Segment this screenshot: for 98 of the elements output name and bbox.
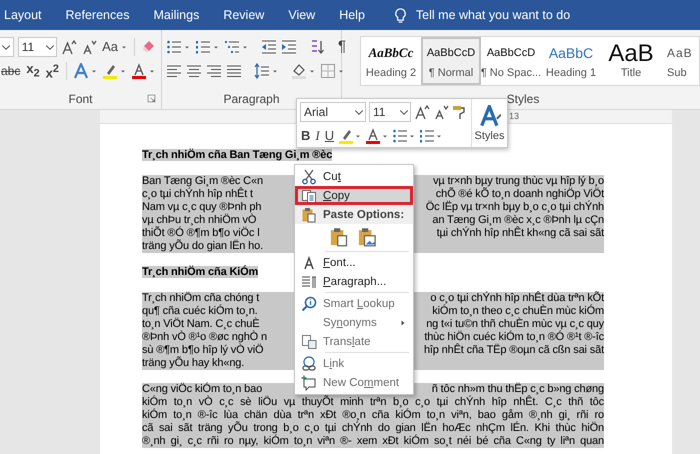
text-effects-icon[interactable] [72,63,89,79]
copy-icon [301,188,317,204]
align-left-icon[interactable] [166,63,182,79]
text-fragment: qu¶ cña cuéc kiÓm to¸n. [142,305,258,318]
strikethrough-button[interactable]: abc [0,62,22,80]
text-fragment: kiÓm to¸n theo c¸c chuÈn mùc kiÓm [432,305,604,318]
text-fragment: Tr¸ch nhiÖm cña chóng t [142,292,260,304]
ribbon-tab[interactable]: Help [337,8,375,22]
style-option[interactable]: AaB Title [601,37,661,85]
style-option[interactable]: AaBbCcD ¶ Normal [421,37,481,85]
menu-item[interactable]: Copy [295,186,413,205]
section-heading: Tr¸ch nhiÖm cña KiÓm [142,266,258,278]
text-fragment: vµ tr×nh bµy trung thùc vµ hîp lý b¸o [433,175,604,188]
text-fragment: ñ tôc nh»m thu thËp c¸c b»ng chøng [432,383,604,395]
submenu-arrow-icon [399,318,407,326]
font-size-field[interactable]: 11 [369,102,411,122]
text-fragment: Nam vµ c¸c quy ®Þnh ph [142,201,262,214]
bullet-list-icon[interactable] [392,128,408,144]
group-label: Font [68,92,92,106]
grow-font-icon[interactable] [414,104,430,120]
italic-button[interactable]: I [314,127,321,145]
sort-icon[interactable] [309,39,325,55]
multilevel-list-icon[interactable] [224,39,240,55]
bullet-list-icon[interactable] [166,39,182,55]
grow-font-icon[interactable] [61,39,78,55]
section-heading: Tr¸ch nhiÖm cña Ban Tæng Gi¸m ®èc [142,149,332,161]
ribbon-tab[interactable]: Mailings [151,8,210,22]
font-size-field[interactable]: 11 [18,37,58,57]
numbered-list-icon[interactable] [195,39,211,55]
menu-section-header: Paste Options: [323,208,404,220]
show-marks-button[interactable]: ¶ [337,38,348,56]
text-fragment: hîp nhÊt cña TËp ®oµn cã cßn sai sãt [424,344,604,357]
scissors-icon [301,168,317,184]
text-fragment: an Tæng Gi¸m ®èc x¸c ®Þnh lµ cÇn [432,214,604,226]
group-label: Paragraph [223,92,280,106]
text-fragment: träng yÕu do gian lËn ho. [142,240,263,253]
text-fragment: ®Þnh vÒ ®¹o ®øc nghÒ n [142,331,267,344]
text-fragment: chÕ ®é kÕ to¸n doanh nghiÖp ViÖt [436,188,604,200]
font-name-field[interactable]: Arial [300,102,366,122]
styles-icon[interactable] [478,104,500,126]
justify-icon[interactable] [226,63,242,79]
text-fragment: tµi chÝnh hîp nhÊt kh«ng cã sai sãt [436,227,604,240]
clipboard-icon[interactable] [329,226,349,248]
underline-button[interactable]: U [324,127,336,145]
tell-me-search[interactable]: Tell me what you want to do [416,8,570,22]
style-option[interactable]: AaBbC Heading 1 [541,37,601,85]
ribbon-tab[interactable]: References [64,8,140,22]
decrease-indent-icon[interactable] [261,39,277,55]
text-fragment: vµ chÞu tr¸ch nhiÖm vÒ [142,214,256,226]
line-spacing-icon[interactable] [254,63,270,79]
link-icon [301,356,317,372]
highlighter-icon[interactable] [338,128,354,144]
text-fragment: sù ®¶m b¶o hîp lý vÒ viÖ [142,344,264,356]
text-fragment: to¸n ViÖt Nam. C¸c chuÈ [142,318,260,330]
shrink-font-icon[interactable] [81,39,98,55]
change-case-button[interactable]: Aa [101,38,120,56]
group-label: Styles [506,92,540,106]
style-option[interactable]: AaBbCc Heading 2 [361,37,421,85]
clipboard-picture-icon[interactable] [357,226,377,248]
shrink-font-icon[interactable] [433,104,449,120]
numbered-list-icon[interactable] [419,128,436,144]
style-option[interactable]: AaBbCcD ¶ No Spac... [481,37,541,85]
dialog-launcher-icon[interactable] [146,93,157,104]
superscript-button[interactable]: x$^{2}$ [44,60,60,82]
ribbon-tab[interactable]: Review [221,8,274,22]
text-fragment: C«ng viÖc kiÓm to¸n bao [142,383,262,396]
text-fragment: o c¸o tµi chÝnh hîp nhÊt dùa trªn kÕt [430,292,604,304]
text-fragment: c¸o tµi chÝnh hîp nhÊt t [142,188,253,201]
clipboard-icon [301,206,317,222]
styles-button[interactable]: Styles [471,99,507,147]
borders-icon[interactable] [320,63,336,79]
highlighter-icon[interactable] [102,63,118,79]
text-fragment: thiÕt ®Ó ®¶m b¶o viÖc l [142,227,260,240]
style-option[interactable]: AaB Sub [661,37,695,85]
font-color-icon[interactable] [365,128,382,144]
search-icon [301,296,317,312]
text-fragment: träng yÕu hay kh«ng. [142,357,244,370]
menu-item[interactable]: Paragraph... [295,272,413,291]
bold-button[interactable]: B [300,127,312,145]
comment-icon [301,374,317,390]
align-right-icon[interactable] [206,63,222,79]
font-color-icon[interactable] [130,63,147,79]
lightbulb-icon[interactable] [392,8,408,22]
paragraph-icon [301,274,317,290]
subscript-button[interactable]: x$_{2}$ [25,60,41,82]
text-fragment: thùc hiÖn cuéc kiÓm to¸n ®Ó ®¹t ®-îc [424,331,604,343]
translate-icon [301,334,317,350]
ribbon-tab[interactable]: View [286,8,326,22]
ribbon-tab[interactable]: Layout [0,8,52,22]
align-center-icon[interactable] [186,63,202,79]
text-fragment: Öc lËp vµ tr×nh bµy b¸o c¸o tµi chÝnh [426,201,604,214]
text-fragment: ng t«i tu©n thñ chuÈn mùc vµ c¸c quy [426,318,604,330]
menu-item[interactable]: Font... [295,253,413,272]
text-fragment: Ban Tæng Gi¸m ®èc C«n [142,175,263,187]
font-name-field[interactable] [0,37,14,57]
menu-item[interactable]: Cut [295,167,413,186]
increase-indent-icon[interactable] [281,39,297,55]
ruler-number: 13 [509,111,520,121]
